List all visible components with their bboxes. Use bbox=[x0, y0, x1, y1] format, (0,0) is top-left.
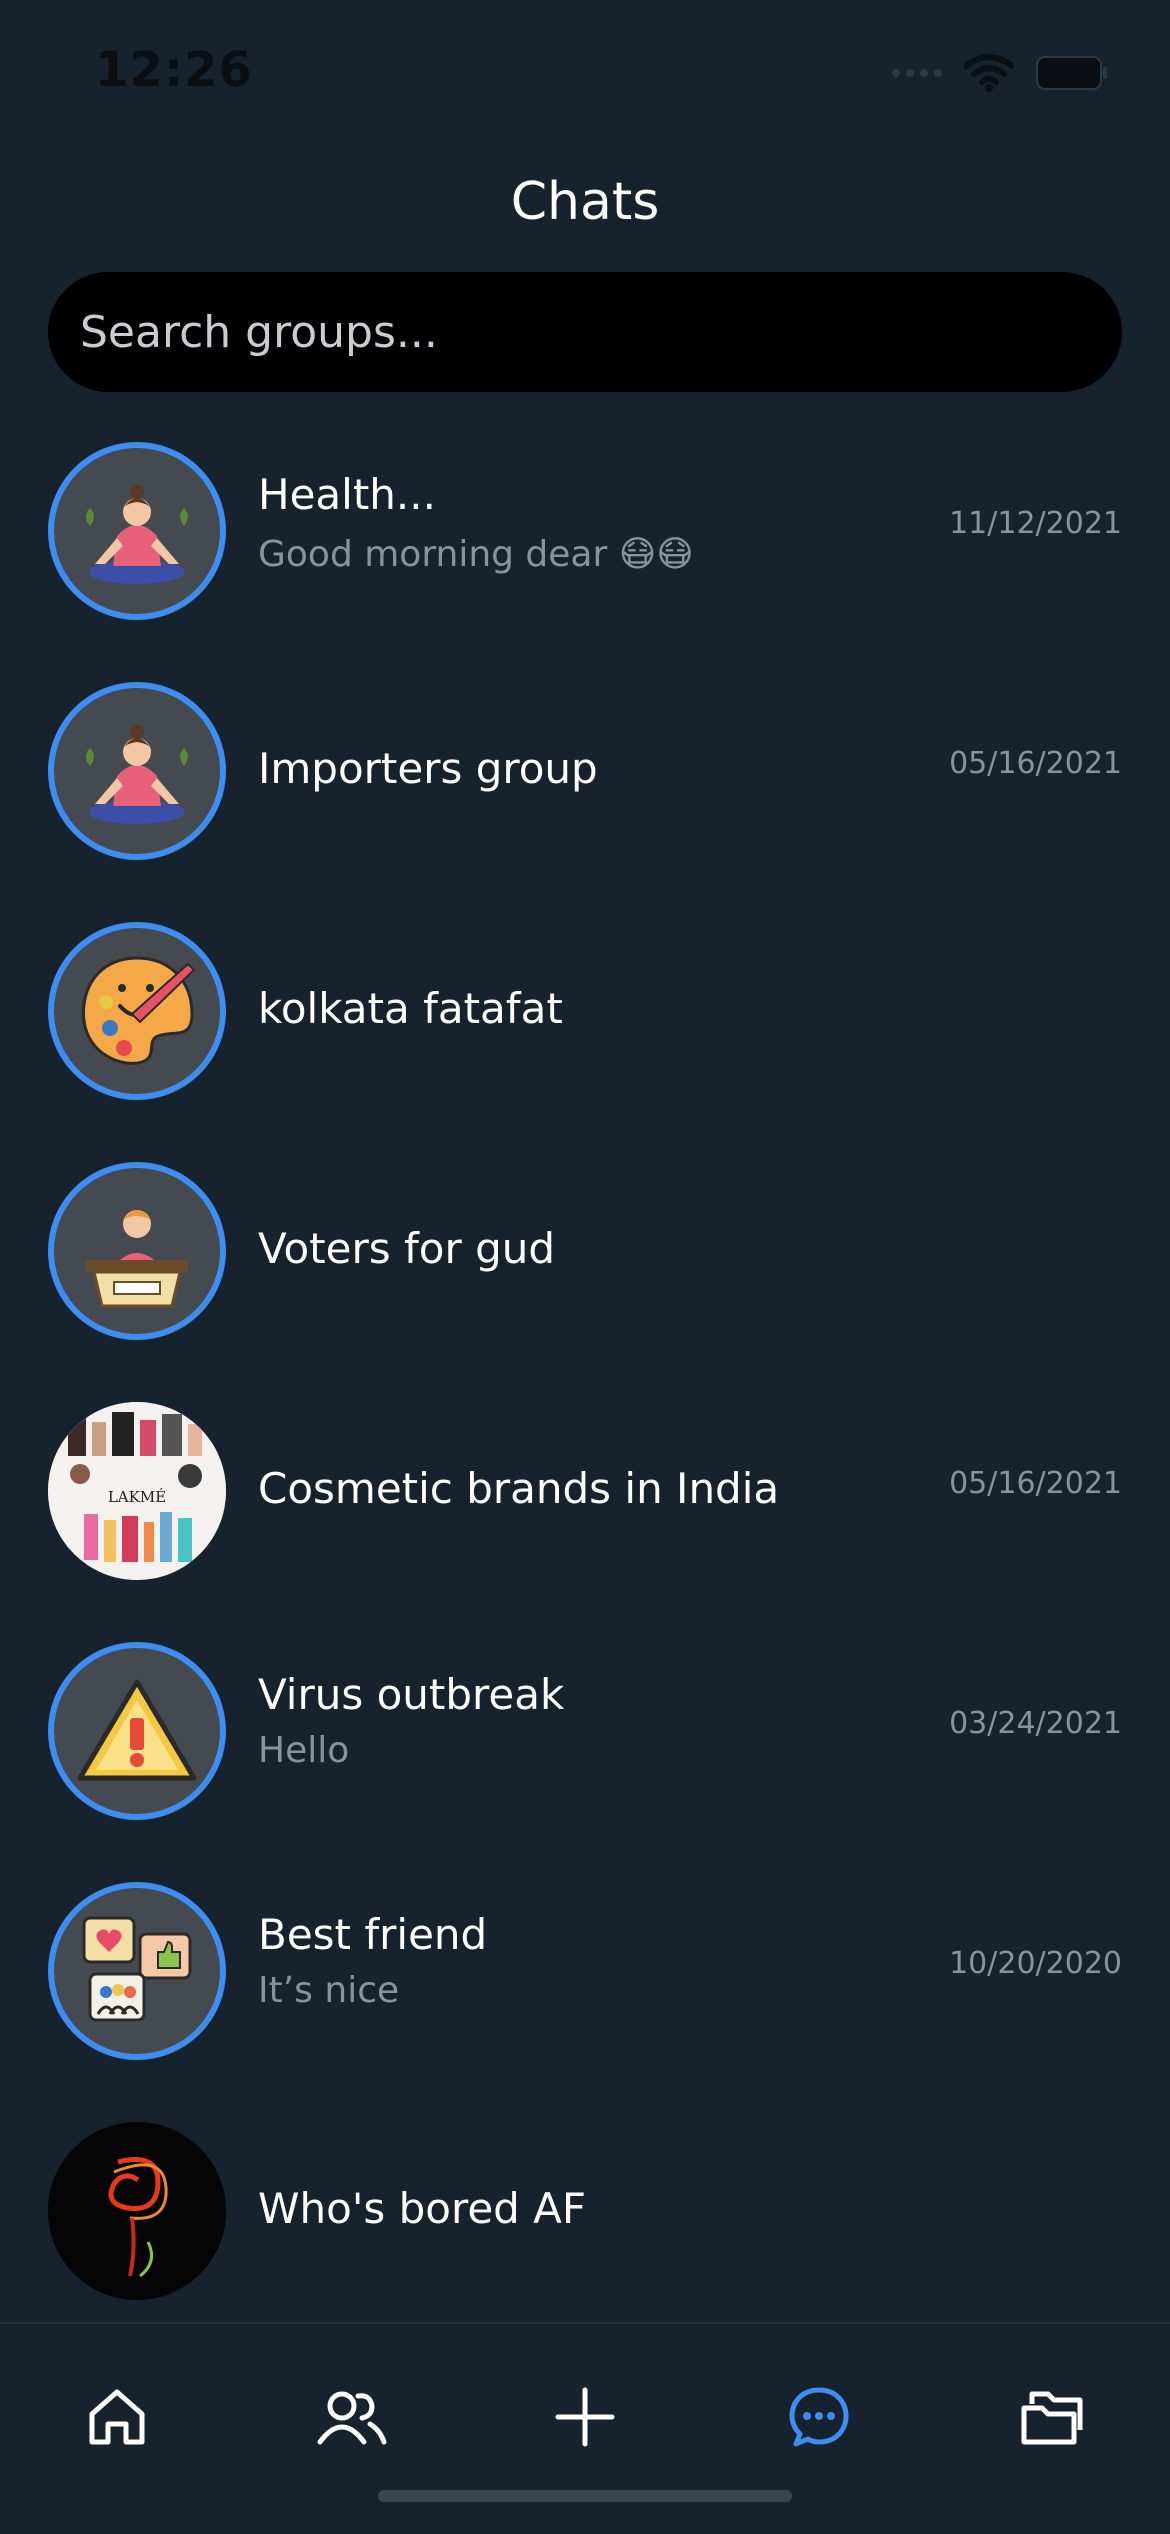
chat-name: Cosmetic brands in India bbox=[258, 1464, 780, 1513]
tab-folders[interactable] bbox=[1008, 2372, 1098, 2462]
tab-home[interactable] bbox=[72, 2372, 162, 2462]
chat-name: Who's bored AF bbox=[258, 2184, 587, 2233]
users-icon bbox=[317, 2391, 387, 2445]
search-bar[interactable] bbox=[48, 272, 1122, 392]
chat-row[interactable]: Best friend It’s nice 10/20/2020 bbox=[0, 1866, 1170, 2106]
chat-name: Virus outbreak bbox=[258, 1670, 565, 1719]
chat-row[interactable]: Who's bored AF bbox=[0, 2106, 1170, 2346]
chat-row[interactable]: kolkata fatafat bbox=[0, 906, 1170, 1146]
wifi-icon bbox=[964, 54, 1014, 92]
status-bar: 12:26 bbox=[0, 0, 1170, 140]
cellular-signal-icon bbox=[892, 69, 942, 77]
status-time: 12:26 bbox=[95, 42, 253, 98]
search-input[interactable] bbox=[78, 305, 1122, 359]
chat-date: 11/12/2021 bbox=[949, 506, 1122, 541]
chat-name: Health... bbox=[258, 470, 436, 519]
light-swirl-photo bbox=[48, 2122, 226, 2300]
status-indicators bbox=[892, 54, 1108, 92]
chat-date: 05/16/2021 bbox=[949, 1466, 1122, 1501]
meditation-icon bbox=[48, 442, 226, 620]
tab-users[interactable] bbox=[306, 2372, 396, 2462]
chat-row[interactable]: Health... Good morning dear 😷😷 11/12/202… bbox=[0, 426, 1170, 666]
chat-last-message: Good morning dear 😷😷 bbox=[258, 534, 694, 575]
home-indicator[interactable] bbox=[378, 2490, 792, 2502]
plus-icon bbox=[555, 2387, 615, 2447]
chat-row[interactable]: Virus outbreak Hello 03/24/2021 bbox=[0, 1626, 1170, 1866]
chat-date: 10/20/2020 bbox=[949, 1946, 1122, 1981]
chat-date: 03/24/2021 bbox=[949, 1706, 1122, 1741]
folders-icon bbox=[1021, 2391, 1083, 2445]
paint-palette-icon bbox=[48, 922, 226, 1100]
cosmetics-photo: LAKMÉ bbox=[48, 1402, 226, 1580]
chat-name: kolkata fatafat bbox=[258, 984, 563, 1033]
chat-bubble-icon bbox=[789, 2387, 849, 2447]
tab-chats[interactable] bbox=[774, 2372, 864, 2462]
chat-last-message: It’s nice bbox=[258, 1970, 400, 2011]
page-title: Chats bbox=[510, 172, 660, 232]
chat-last-message: Hello bbox=[258, 1730, 350, 1771]
chat-row[interactable]: LAKMÉ Cosmetic brands in India 05/16/202… bbox=[0, 1386, 1170, 1626]
tab-bar bbox=[0, 2322, 1170, 2534]
chat-row[interactable]: Importers group 05/16/2021 bbox=[0, 666, 1170, 906]
chat-date: 05/16/2021 bbox=[949, 746, 1122, 781]
battery-icon bbox=[1036, 56, 1107, 90]
meditation-icon bbox=[48, 682, 226, 860]
home-icon bbox=[89, 2389, 145, 2445]
chat-list: Health... Good morning dear 😷😷 11/12/202… bbox=[0, 426, 1170, 2346]
svg-text:LAKMÉ: LAKMÉ bbox=[108, 1488, 166, 1506]
chat-name: Voters for gud bbox=[258, 1224, 556, 1273]
social-chat-icon bbox=[48, 1882, 226, 2060]
speaker-podium-icon bbox=[48, 1162, 226, 1340]
chat-name: Best friend bbox=[258, 1910, 488, 1959]
chat-row[interactable]: Voters for gud bbox=[0, 1146, 1170, 1386]
warning-icon bbox=[48, 1642, 226, 1820]
chat-name: Importers group bbox=[258, 744, 598, 793]
tab-add[interactable] bbox=[540, 2372, 630, 2462]
